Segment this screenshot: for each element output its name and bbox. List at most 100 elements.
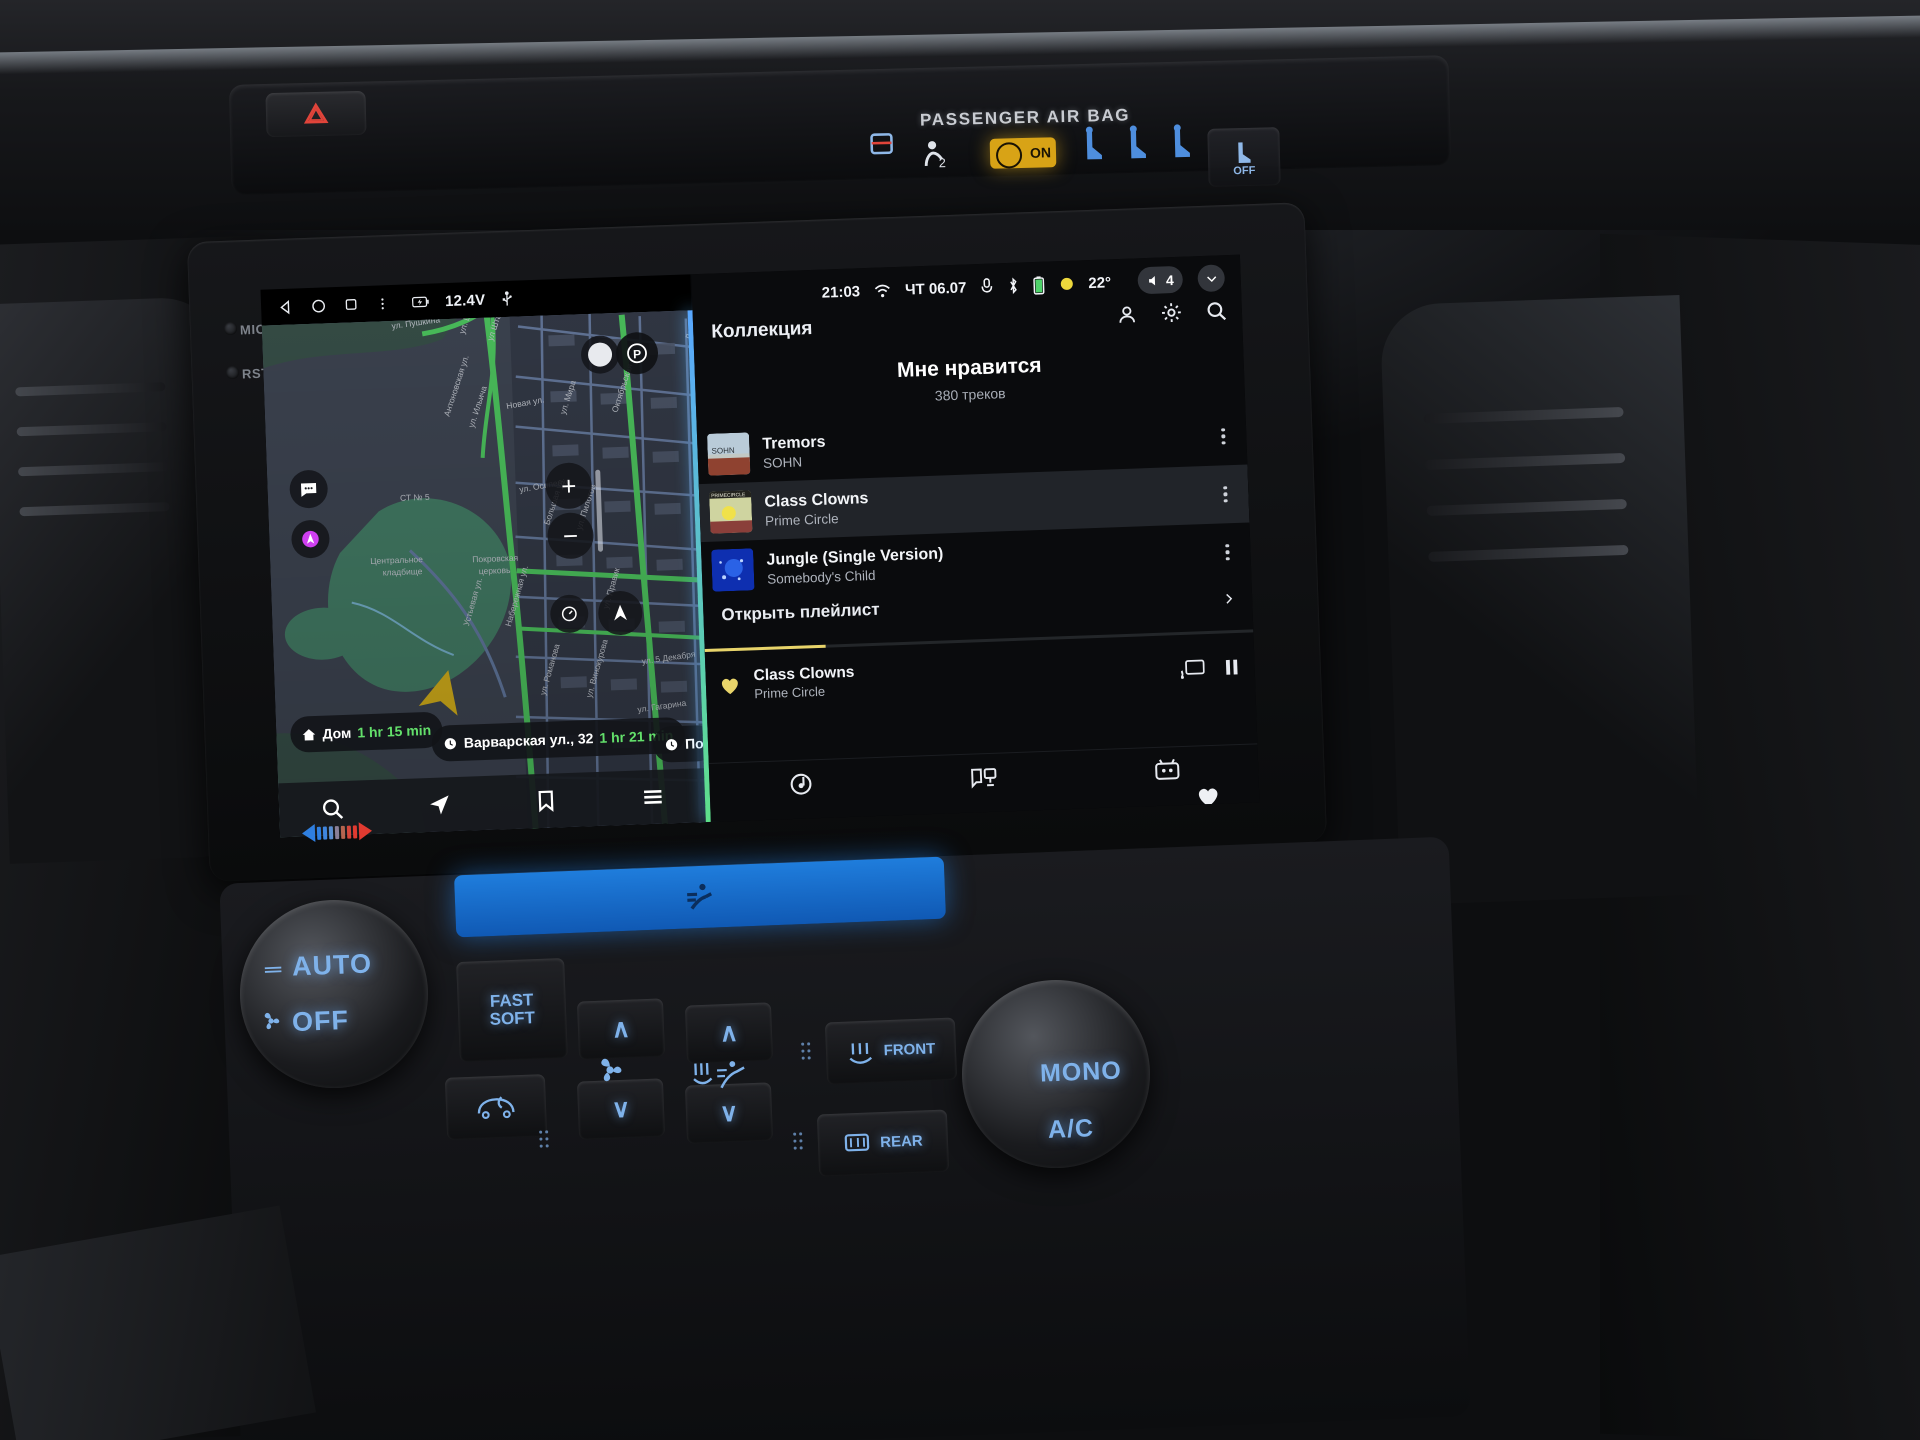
search-icon[interactable] [1204, 299, 1228, 323]
route-home-eta: 1 hr 15 min [357, 721, 432, 741]
passenger-detect-icon: 2 [924, 141, 946, 170]
album-art [711, 548, 755, 592]
page-title: Коллекция [710, 317, 813, 343]
defrost-rear-icon [844, 1133, 870, 1152]
ac-label: A/C [1047, 1114, 1095, 1144]
vent-dots-left-2 [793, 1132, 803, 1150]
route-third-label: По [684, 735, 704, 752]
search-icon[interactable] [320, 796, 346, 822]
svg-text:Покровская: Покровская [472, 553, 519, 565]
zoom-out-label: − [562, 520, 579, 551]
usb-icon [502, 290, 512, 306]
seat-off-icon [1238, 141, 1251, 163]
battery-voltage-icon [411, 296, 429, 308]
fan-up-button[interactable]: ∧ [576, 998, 666, 1060]
svg-text:PRIMECIRCLE: PRIMECIRCLE [711, 492, 746, 499]
speedometer-icon [561, 606, 577, 622]
gear-icon[interactable] [1160, 301, 1184, 325]
seat-icon-2 [1129, 125, 1147, 159]
kids-tab-icon[interactable] [1153, 758, 1180, 783]
fast-soft-button[interactable]: FAST SOFT [456, 957, 568, 1063]
album-art: SOHN [706, 432, 751, 476]
hazard-button[interactable] [265, 90, 367, 138]
recirculate-icon [477, 1096, 515, 1119]
map-pane[interactable]: ул. Пушкина ул. Штанге ул Штанге Антонов… [261, 310, 708, 838]
seat-off-label: OFF [1233, 164, 1256, 177]
front-defrost-button[interactable]: FRONT [824, 1017, 958, 1085]
cast-icon[interactable] [1180, 658, 1205, 680]
airbag-on-label: ON [1029, 144, 1052, 161]
home-icon [302, 728, 316, 741]
bookmark-icon[interactable] [534, 788, 559, 813]
route-chip-third[interactable]: По [652, 724, 708, 763]
status-temperature: 22° [1088, 273, 1112, 292]
temp-up-button[interactable]: ∧ [684, 1002, 774, 1064]
menu-icon[interactable] [639, 784, 666, 811]
track-list[interactable]: SOHN Tremors SOHN PRIMECIRCLE Class Clow… [697, 407, 1252, 601]
volume-level: 4 [1165, 271, 1175, 288]
chat-bubble-icon [300, 483, 317, 497]
clock-icon-2 [665, 738, 678, 750]
zoom-in-label: + [560, 470, 577, 501]
status-time: 21:03 [821, 282, 861, 302]
volume-icon [1149, 275, 1156, 285]
left-temp-strip [301, 816, 431, 847]
alert-nav-icon [302, 530, 319, 548]
svg-text:2: 2 [939, 156, 946, 170]
temp-down-arrow: ∨ [719, 1098, 739, 1128]
vent-dots-mid [539, 1130, 549, 1148]
route-varvarskaya-label: Варварская ул., 32 [463, 730, 594, 751]
svg-text:SOHN: SOHN [711, 446, 735, 456]
podcast-tab-icon[interactable] [969, 765, 997, 790]
volume-chip[interactable]: 4 [1137, 265, 1184, 295]
music-tab-icon[interactable] [788, 771, 814, 797]
home-circle-icon[interactable] [310, 297, 328, 315]
recirculate-button[interactable] [444, 1074, 548, 1140]
now-playing-bar[interactable]: Class Clowns Prime Circle [705, 640, 1256, 712]
front-label: FRONT [883, 1040, 936, 1060]
open-playlist-button[interactable]: Открыть плейлист [721, 600, 880, 626]
fan-down-arrow: ∨ [611, 1094, 631, 1124]
svg-text:P: P [633, 347, 642, 361]
rear-defrost-button[interactable]: REAR [816, 1109, 950, 1177]
heart-filled-icon[interactable] [718, 673, 743, 698]
track-overflow-button[interactable] [1210, 543, 1245, 561]
compass-arrow-icon [614, 604, 627, 621]
profile-icon[interactable] [1116, 303, 1139, 326]
track-overflow-button[interactable] [1208, 485, 1243, 503]
media-pane[interactable]: 21:03 ЧТ 06.07 22° 4 Коллекция Мне нрави… [691, 254, 1260, 822]
route-chip-home[interactable]: Дом 1 hr 15 min [289, 711, 443, 753]
battery-icon [1032, 275, 1044, 295]
left-temp-knob[interactable] [240, 900, 428, 1088]
media-header-actions[interactable] [1116, 299, 1229, 326]
clock-icon [444, 737, 456, 749]
reset-hole[interactable] [226, 366, 239, 379]
temp-up-arrow: ∧ [719, 1018, 739, 1048]
vent-dots-left [801, 1042, 811, 1060]
svg-text:Центральное: Центральное [370, 554, 423, 566]
bluetooth-icon [1009, 277, 1017, 295]
dashboard-scene: PASSENGER AIR BAG 2 ON OFF MIC RST 12.4V… [0, 0, 1920, 1440]
microphone-icon [981, 278, 992, 293]
pause-icon[interactable] [1220, 656, 1243, 679]
parking-p-icon: P [627, 343, 647, 364]
back-triangle-icon[interactable] [277, 298, 295, 316]
route-home-label: Дом [322, 724, 352, 742]
svg-text:церковь: церковь [479, 565, 512, 576]
chevron-right-icon[interactable] [1221, 591, 1237, 607]
airflow-mode-icon [687, 883, 713, 910]
infotainment-screen[interactable]: 12.4V ул. Пушкина ул Штанге Антоновская … [260, 254, 1260, 838]
recents-square-icon[interactable] [343, 296, 360, 313]
rear-label: REAR [879, 1132, 924, 1152]
sun-icon [1060, 277, 1073, 290]
media-tab-bar[interactable] [708, 743, 1260, 810]
fan-icon [264, 1012, 280, 1030]
navigate-icon[interactable] [427, 792, 453, 818]
track-overflow-button[interactable] [1206, 428, 1241, 446]
status-date: ЧТ 06.07 [904, 278, 967, 299]
voltage-reading: 12.4V [444, 291, 486, 310]
overflow-menu-icon[interactable] [375, 295, 391, 313]
hazard-triangle-icon [303, 102, 329, 124]
mono-label: MONO [1039, 1056, 1123, 1088]
defrost-front-icon [849, 1042, 872, 1064]
